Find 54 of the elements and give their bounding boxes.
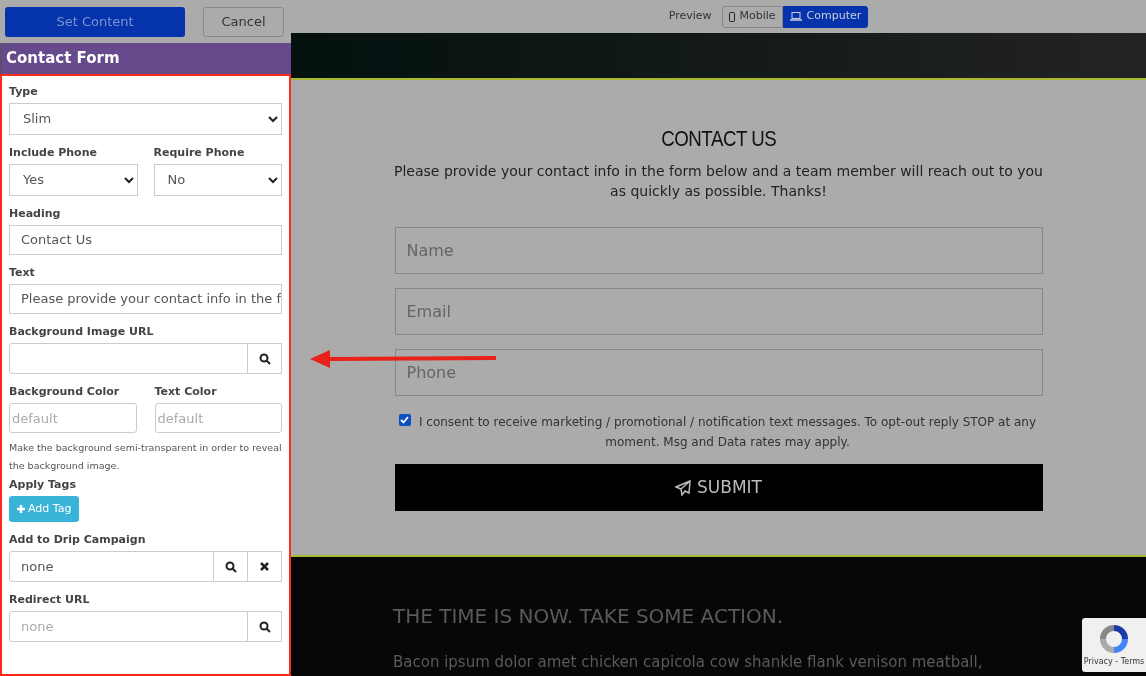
caret-icon xyxy=(268,115,278,123)
recaptcha-icon xyxy=(1097,622,1131,656)
text-field[interactable] xyxy=(9,343,248,374)
caret-icon xyxy=(268,176,278,184)
recaptcha-links[interactable]: Privacy - Terms xyxy=(1083,656,1145,668)
caret-icon xyxy=(123,176,134,184)
section-heading: CONTACT US xyxy=(660,125,777,153)
section-heading: THE TIME IS NOW. TAKE SOME ACTION. xyxy=(393,603,784,630)
mode-tab[interactable]: Computer xyxy=(782,5,869,28)
laptop-icon xyxy=(789,12,802,21)
close-icon xyxy=(260,562,269,571)
panel-title: Contact Form xyxy=(0,43,291,74)
search-icon xyxy=(258,352,271,365)
select-field[interactable]: Yes xyxy=(9,164,138,196)
phone-icon xyxy=(728,11,735,22)
select-field[interactable]: Slim xyxy=(9,103,282,135)
text-field[interactable]: Phone xyxy=(394,349,1043,396)
field-label: Text xyxy=(9,265,36,280)
text-field[interactable]: Please provide your contact info in the f xyxy=(9,284,282,314)
search-button[interactable] xyxy=(248,343,282,374)
select-field[interactable]: No xyxy=(153,164,282,196)
submit-button[interactable]: SUBMIT xyxy=(394,464,1043,511)
field-label: Type xyxy=(9,84,39,99)
clear-button[interactable] xyxy=(248,551,282,582)
field-label: Heading xyxy=(9,206,62,221)
search-icon xyxy=(224,560,237,573)
plus-icon xyxy=(17,505,25,513)
field-label: Background Image URL xyxy=(9,324,155,339)
search-button[interactable] xyxy=(214,551,248,582)
text-field[interactable]: Email xyxy=(394,288,1043,335)
text-field[interactable]: Name xyxy=(394,227,1043,274)
cancel-button[interactable]: Cancel xyxy=(203,6,284,37)
search-button[interactable] xyxy=(248,611,282,642)
paper-plane-icon xyxy=(675,479,691,496)
section-text: Please provide your contact info in the form below and a team member will reach out to you as quickly as possible. Thanks! xyxy=(393,162,1044,201)
consent-text: I consent to receive marketing / promotional / notification text messages. To opt-out reply STOP at any moment. Msg and Data rates may apply. xyxy=(417,414,1037,451)
text-field[interactable]: none xyxy=(9,611,248,642)
field-label: Background Color xyxy=(9,384,121,399)
mode-tab[interactable]: Mobile xyxy=(721,5,783,28)
text-field[interactable]: none xyxy=(9,551,214,582)
preview-label: Preview xyxy=(668,8,712,25)
text-field[interactable]: Contact Us xyxy=(9,225,282,255)
text-field[interactable]: default xyxy=(9,403,137,433)
field-label: Apply Tags xyxy=(9,477,77,492)
section-text: Bacon ipsum dolor amet chicken capicola cow shankle flank venison meatball, xyxy=(393,652,983,673)
consent-checkbox[interactable] xyxy=(398,414,411,426)
help-text: Make the background semi-transparent in order to reveal the background image. xyxy=(9,441,282,473)
field-label: Text Color xyxy=(154,384,218,399)
field-label: Add to Drip Campaign xyxy=(9,532,147,547)
field-label: Include Phone xyxy=(9,145,98,160)
field-label: Require Phone xyxy=(153,145,246,160)
search-icon xyxy=(258,620,271,633)
text-field[interactable]: default xyxy=(154,403,282,433)
field-label: Redirect URL xyxy=(9,592,91,607)
